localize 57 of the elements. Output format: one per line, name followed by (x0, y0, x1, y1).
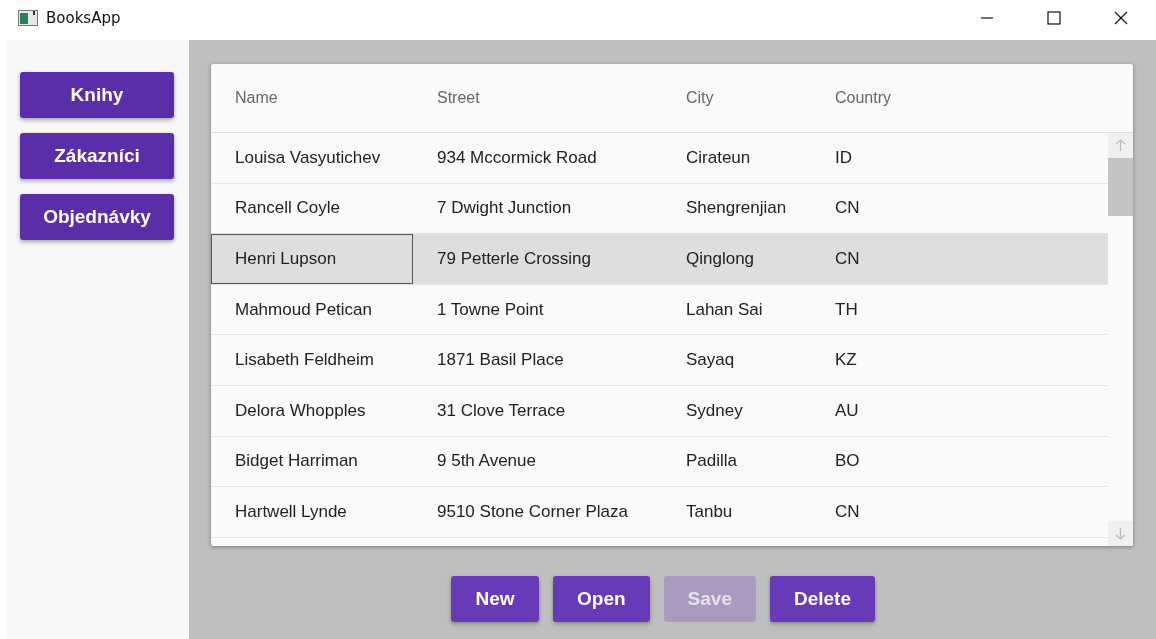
table-row[interactable]: Mahmoud Petican 1 Towne Point Lahan Sai TH (211, 284, 1108, 336)
window-title: BooksApp (46, 9, 121, 27)
table-cell-text: 1871 Basil Place (436, 349, 565, 372)
table-cell-text: BO (834, 450, 861, 473)
scroll-up-icon[interactable] (1108, 133, 1133, 158)
table-cell-text: Shengrenjian (685, 197, 788, 220)
table-cell-text: 7 Dwight Junction (436, 197, 573, 220)
table-cell: Henri Lupson (211, 234, 413, 284)
column-header[interactable]: City (686, 89, 835, 107)
table-row[interactable]: Lisabeth Feldheim 1871 Basil Place Sayaq KZ (211, 335, 1108, 386)
action-button[interactable]: Delete (769, 576, 875, 622)
nav-button[interactable]: Knihy (20, 72, 174, 118)
scrollbar-thumb[interactable] (1108, 158, 1133, 216)
table-cell-text: 79 Petterle Crossing (436, 248, 593, 270)
table-cell-text: Cirateun (685, 146, 752, 169)
table-cell-text: Bidget Harriman (234, 450, 359, 473)
table-row[interactable]: Delora Whopples 31 Clove Terrace Sydney AU (211, 385, 1108, 437)
table-cell-text: 9 5th Avenue (436, 450, 537, 473)
table-cell-text: CN (834, 500, 861, 523)
table-cell-text: Sayaq (685, 349, 736, 372)
table-cell-text: CN (834, 248, 861, 270)
table-cell-text: Lisabeth Feldheim (234, 349, 375, 372)
table-cell-text: Mahmoud Petican (234, 298, 374, 321)
table-cell-text: 9510 Stone Corner Plaza (436, 500, 629, 523)
nav-button[interactable]: Zákazníci (20, 133, 174, 179)
nav-button[interactable]: Objednávky (20, 194, 174, 240)
app-icon (18, 10, 38, 26)
column-header[interactable]: Name (235, 89, 437, 107)
maximize-icon[interactable] (1047, 11, 1061, 25)
table-cell-text: Padilla (685, 450, 739, 473)
table-cell-text: Tanbu (685, 500, 734, 523)
table-cell-text: 1 Towne Point (436, 298, 545, 321)
table-cell-text: Delora Whopples (234, 399, 367, 422)
table-cell-text: Hartwell Lynde (234, 500, 348, 523)
table-row[interactable]: Henri Lupson 79 Petterle Crossing Qinglong CN (211, 234, 1108, 285)
table-cell-text: AU (834, 399, 860, 422)
close-icon[interactable] (1114, 11, 1128, 25)
table-cell-text: CN (834, 197, 861, 220)
column-header[interactable]: Country (835, 89, 1082, 107)
table-row[interactable]: Hartwell Lynde 9510 Stone Corner Plaza Tanbu CN (211, 487, 1108, 538)
scrollbar[interactable] (1108, 133, 1133, 546)
table-cell-text: Rancell Coyle (234, 197, 341, 220)
table-cell-text: 934 Mccormick Road (436, 146, 598, 169)
table-row[interactable]: Louisa Vasyutichev 934 Mccormick Road Cirateun ID (211, 133, 1108, 184)
table-cell-text: Sydney (685, 399, 744, 422)
column-header[interactable]: Street (437, 89, 686, 107)
table-cell-text: Qinglong (685, 248, 756, 270)
action-button[interactable]: New (451, 576, 539, 622)
action-button[interactable]: Open (553, 576, 650, 622)
table-cell-text: Lahan Sai (685, 298, 764, 321)
table-cell-text: TH (834, 298, 859, 321)
table-cell-text: Louisa Vasyutichev (234, 146, 382, 169)
table-cell-text: 31 Clove Terrace (436, 399, 567, 422)
table-cell-text: ID (834, 146, 853, 169)
table-row[interactable]: Bidget Harriman 9 5th Avenue Padilla BO (211, 436, 1108, 488)
table-cell-text: KZ (834, 349, 858, 372)
scroll-down-icon[interactable] (1108, 521, 1133, 546)
